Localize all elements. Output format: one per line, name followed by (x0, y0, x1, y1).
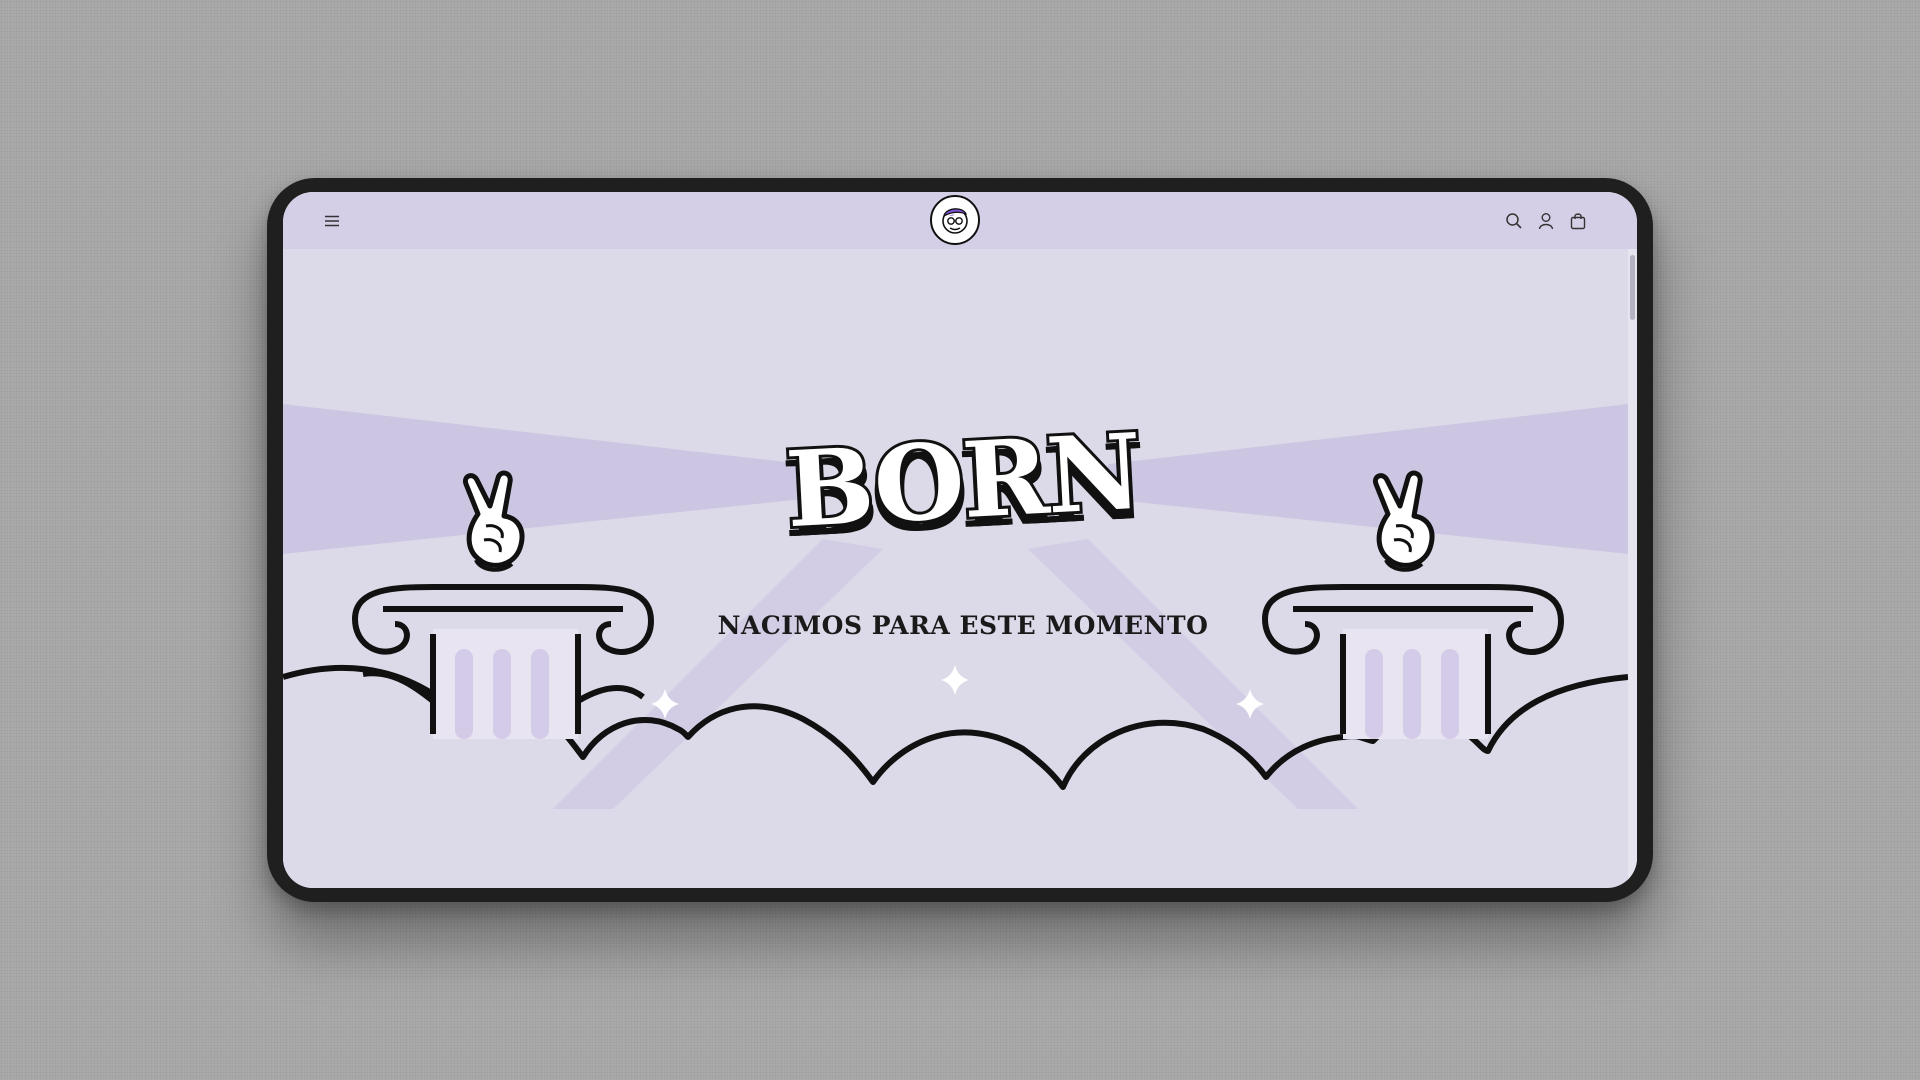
cloud-floor (283, 666, 433, 888)
page-scrollbar[interactable] (1628, 249, 1637, 888)
hamburger-menu-icon[interactable] (321, 210, 343, 232)
hero-tagline: NACIMOS PARA ESTE MOMENTO (717, 611, 1209, 640)
hero-illustration (283, 404, 1628, 888)
site-header (283, 192, 1637, 249)
user-icon[interactable] (1535, 210, 1557, 232)
mascot-logo-icon[interactable] (930, 195, 980, 245)
shopping-bag-icon[interactable] (1567, 210, 1589, 232)
hero-section: BORN NACIMOS PARA ESTE MOMENTO (283, 249, 1628, 888)
browser-viewport: BORN NACIMOS PARA ESTE MOMENTO (283, 192, 1637, 888)
tablet-frame: BORN NACIMOS PARA ESTE MOMENTO (267, 178, 1653, 902)
brand-wordmark: BORN (780, 407, 1146, 554)
search-icon[interactable] (1503, 210, 1525, 232)
sparkle-center (941, 665, 969, 695)
scrollbar-thumb[interactable] (1630, 255, 1635, 320)
